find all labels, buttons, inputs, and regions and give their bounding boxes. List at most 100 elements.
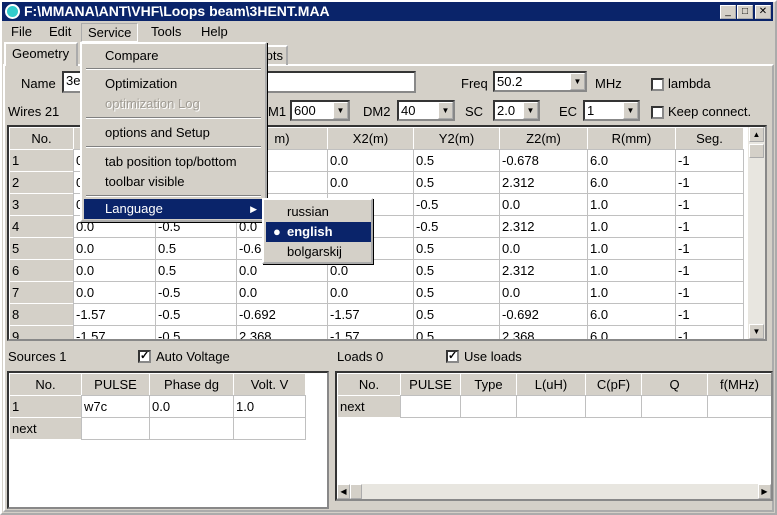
- menu-tools[interactable]: Tools: [145, 23, 187, 41]
- menu-item-toolbar-visible[interactable]: toolbar visible: [84, 172, 263, 192]
- row-header[interactable]: next: [9, 417, 82, 440]
- table-cell[interactable]: 2.312: [499, 259, 588, 282]
- column-header[interactable]: R(mm): [587, 127, 676, 150]
- table-cell[interactable]: -0.5: [155, 325, 237, 339]
- auto-voltage-checkbox[interactable]: ✓: [138, 350, 151, 363]
- table-cell[interactable]: -0.692: [499, 303, 588, 326]
- sources-grid[interactable]: No. PULSE Phase dg Volt. V 1 w7c 0.0 1.0 next: [7, 371, 329, 509]
- menu-item-english[interactable]: ● english: [266, 222, 371, 242]
- table-cell[interactable]: 0.5: [413, 281, 500, 304]
- row-header[interactable]: 9: [9, 325, 74, 339]
- ec-combo[interactable]: 1 ▼: [583, 100, 640, 121]
- table-cell[interactable]: 0.5: [155, 237, 237, 260]
- table-row[interactable]: 7 0.0 -0.5 0.0 0.0 0.5 0.0 1.0 -1: [9, 281, 744, 304]
- sc-combo[interactable]: 2.0 ▼: [493, 100, 540, 121]
- table-cell[interactable]: [641, 395, 708, 418]
- table-cell[interactable]: 6.0: [587, 303, 676, 326]
- chevron-down-icon[interactable]: ▼: [570, 73, 585, 90]
- table-cell[interactable]: [233, 417, 306, 440]
- table-cell[interactable]: 2.312: [499, 215, 588, 238]
- table-cell[interactable]: 0.5: [413, 325, 500, 339]
- vertical-scrollbar[interactable]: ▲ ▼: [748, 127, 765, 339]
- column-header[interactable]: L(uH): [516, 373, 586, 396]
- table-cell[interactable]: -0.5: [155, 281, 237, 304]
- row-header[interactable]: 5: [9, 237, 74, 260]
- table-row[interactable]: 8 -1.57 -0.5 -0.692 -1.57 0.5 -0.692 6.0 -1: [9, 303, 744, 326]
- table-cell[interactable]: [400, 395, 461, 418]
- table-cell[interactable]: 1.0: [587, 281, 676, 304]
- table-cell[interactable]: 2.368: [499, 325, 588, 339]
- table-cell[interactable]: 0.0: [73, 259, 156, 282]
- scroll-thumb[interactable]: [350, 484, 362, 499]
- table-cell[interactable]: 0.5: [413, 171, 500, 194]
- use-loads-checkbox[interactable]: ✓: [446, 350, 459, 363]
- menu-file[interactable]: File: [5, 23, 38, 41]
- table-cell[interactable]: 6.0: [587, 325, 676, 339]
- column-header[interactable]: No.: [337, 373, 401, 396]
- table-cell[interactable]: -1.57: [327, 325, 414, 339]
- chevron-down-icon[interactable]: ▼: [333, 102, 348, 119]
- table-cell[interactable]: 6.0: [587, 149, 676, 172]
- table-cell[interactable]: -1: [675, 149, 744, 172]
- table-row[interactable]: next: [9, 417, 306, 440]
- column-header[interactable]: No.: [9, 373, 82, 396]
- table-cell[interactable]: -0.678: [499, 149, 588, 172]
- table-cell[interactable]: -1: [675, 325, 744, 339]
- chevron-down-icon[interactable]: ▼: [623, 102, 638, 119]
- scroll-left-icon[interactable]: ◀: [337, 484, 350, 499]
- table-cell[interactable]: 0.5: [413, 237, 500, 260]
- menu-item-compare[interactable]: Compare: [84, 46, 263, 66]
- lambda-checkbox[interactable]: [651, 78, 664, 91]
- menu-item-options-setup[interactable]: options and Setup: [84, 123, 263, 143]
- table-cell[interactable]: -1: [675, 281, 744, 304]
- column-header[interactable]: C(pF): [585, 373, 642, 396]
- table-cell[interactable]: -0.5: [155, 303, 237, 326]
- scroll-right-icon[interactable]: ▶: [758, 484, 771, 499]
- column-header[interactable]: Q: [641, 373, 708, 396]
- table-cell[interactable]: 1.0: [587, 193, 676, 216]
- row-header[interactable]: 3: [9, 193, 74, 216]
- column-header[interactable]: Type: [460, 373, 517, 396]
- table-cell[interactable]: 2.312: [499, 171, 588, 194]
- table-cell[interactable]: 0.0: [327, 149, 414, 172]
- table-cell[interactable]: -1: [675, 237, 744, 260]
- table-cell[interactable]: -1: [675, 171, 744, 194]
- menu-service[interactable]: Service: [81, 23, 139, 42]
- menu-help[interactable]: Help: [195, 23, 234, 41]
- scroll-thumb[interactable]: [749, 144, 764, 158]
- row-header[interactable]: 6: [9, 259, 74, 282]
- row-header[interactable]: 1: [9, 395, 82, 418]
- table-cell[interactable]: 0.0: [236, 281, 328, 304]
- table-cell[interactable]: 0.5: [413, 149, 500, 172]
- table-row[interactable]: 1 w7c 0.0 1.0: [9, 395, 306, 418]
- column-header[interactable]: Seg.: [675, 127, 744, 150]
- table-cell[interactable]: -0.692: [236, 303, 328, 326]
- table-cell[interactable]: -1: [675, 259, 744, 282]
- table-cell[interactable]: -1.57: [327, 303, 414, 326]
- table-cell[interactable]: 0.0: [73, 237, 156, 260]
- table-cell[interactable]: [585, 395, 642, 418]
- table-cell[interactable]: [707, 395, 771, 418]
- table-cell[interactable]: [149, 417, 234, 440]
- table-cell[interactable]: 1.0: [587, 215, 676, 238]
- column-header[interactable]: Volt. V: [233, 373, 306, 396]
- table-cell[interactable]: 1.0: [587, 259, 676, 282]
- freq-combo[interactable]: 50.2 ▼: [493, 71, 587, 92]
- column-header[interactable]: No.: [9, 127, 74, 150]
- table-cell[interactable]: -0.5: [413, 215, 500, 238]
- column-header[interactable]: X2(m): [327, 127, 414, 150]
- column-header[interactable]: PULSE: [81, 373, 150, 396]
- scroll-down-icon[interactable]: ▼: [749, 324, 764, 339]
- column-header[interactable]: Z2(m): [499, 127, 588, 150]
- table-cell[interactable]: 0.0: [499, 237, 588, 260]
- table-cell[interactable]: -1: [675, 303, 744, 326]
- table-cell[interactable]: 1.0: [587, 237, 676, 260]
- table-cell[interactable]: 0.0: [327, 171, 414, 194]
- table-cell[interactable]: [81, 417, 150, 440]
- table-row[interactable]: 5 0.0 0.5 -0.67 0.5 0.0 1.0 -1: [9, 237, 744, 260]
- row-header[interactable]: 2: [9, 171, 74, 194]
- table-cell[interactable]: -1.57: [73, 325, 156, 339]
- scroll-up-icon[interactable]: ▲: [749, 127, 764, 142]
- table-cell[interactable]: [516, 395, 586, 418]
- dm1-combo[interactable]: 600 ▼: [290, 100, 350, 121]
